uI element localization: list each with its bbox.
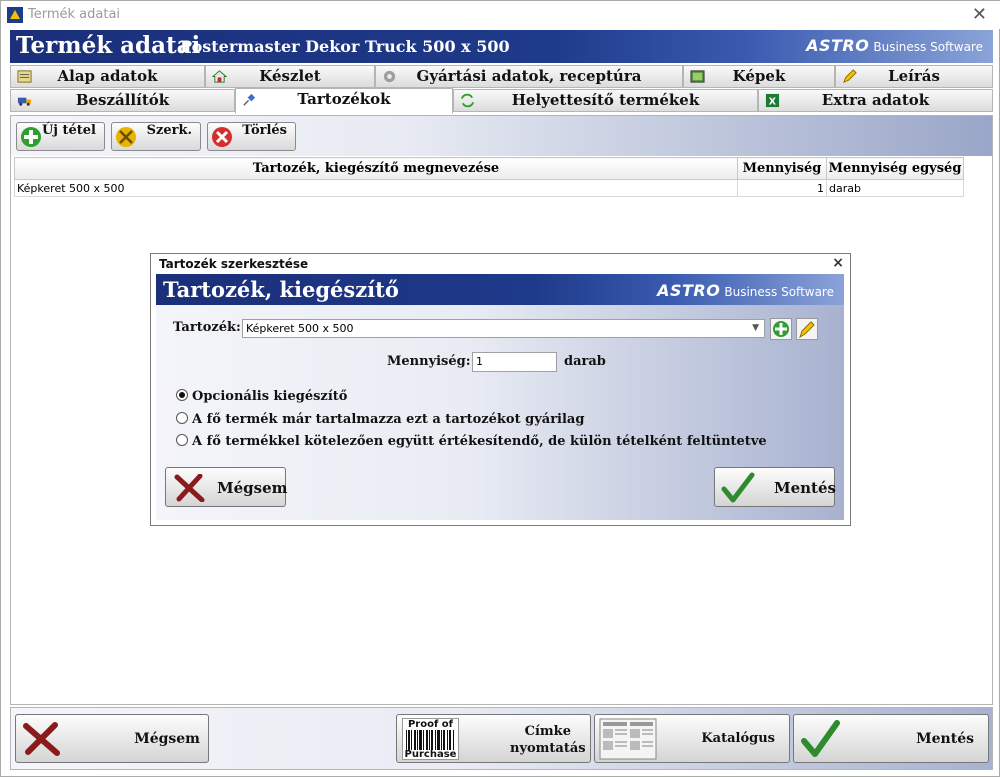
cancel-x-icon <box>174 474 205 502</box>
page-title: Termék adatai <box>16 32 201 59</box>
barcode-icon: Proof of Purchase <box>402 718 459 760</box>
accessory-select[interactable]: Képkeret 500 x 500 ▼ <box>242 319 765 338</box>
header-banner: Termék adatai Postermaster Dekor Truck 5… <box>10 30 993 63</box>
tab-stock[interactable]: Készlet <box>205 65 375 88</box>
accessory-label: Tartozék: <box>173 320 241 335</box>
pin-icon <box>243 93 256 106</box>
bottom-bar: Mégsem Proof of Purchase Címke nyomtatás <box>10 707 993 770</box>
svg-text:X: X <box>769 96 777 107</box>
option-included[interactable]: A fő termék már tartalmazza ezt a tartoz… <box>176 412 584 427</box>
tab-production[interactable]: Gyártási adatok, receptúra <box>375 65 683 88</box>
checkmark-icon <box>801 720 840 757</box>
cell-name[interactable]: Képkeret 500 x 500 <box>14 179 738 197</box>
house-icon <box>212 70 227 83</box>
window-title: Termék adatai <box>28 7 121 22</box>
dialog-cancel-button[interactable]: Mégsem <box>165 467 288 507</box>
toolbar: Új tétel Szerk. Törlés <box>11 116 992 156</box>
save-button[interactable]: Mentés <box>793 714 989 763</box>
tab-suppliers[interactable]: Beszállítók <box>10 89 235 112</box>
dialog-banner: Tartozék, kiegészítő ASTRO Business Softw… <box>156 274 844 305</box>
pencil-icon <box>843 69 857 83</box>
tools-icon <box>116 127 136 147</box>
gear-icon <box>383 70 396 83</box>
delete-icon <box>212 127 232 147</box>
quantity-input[interactable]: 1 <box>472 352 557 372</box>
catalog-icon <box>599 718 657 760</box>
truck-icon <box>17 97 32 106</box>
tab-accessories[interactable]: Tartozékok <box>235 88 453 114</box>
close-icon[interactable]: ✕ <box>972 4 987 25</box>
label-print-button[interactable]: Proof of Purchase Címke nyomtatás <box>396 714 591 763</box>
tab-substitutes[interactable]: Helyettesítő termékek <box>453 89 758 112</box>
new-item-button[interactable]: Új tétel <box>16 122 105 151</box>
swap-icon <box>460 93 475 108</box>
brand-logo: ASTRO Business Software <box>657 281 834 300</box>
cancel-button[interactable]: Mégsem <box>15 714 209 763</box>
edit-accessory-icon[interactable] <box>796 318 818 340</box>
dialog-title: Tartozék szerkesztése <box>159 257 309 271</box>
product-data-window: Termék adatai ✕ Termék adatai Postermast… <box>0 0 1000 777</box>
table-header-row: Tartozék, kiegészítő megnevezése Mennyis… <box>14 157 964 180</box>
excel-icon: X <box>765 93 780 107</box>
dialog-body: Tartozék: Képkeret 500 x 500 ▼ Mennyiség… <box>156 305 844 520</box>
cell-unit[interactable]: darab <box>826 179 964 197</box>
quantity-label: Mennyiség: <box>387 354 471 369</box>
checkmark-icon <box>721 472 755 503</box>
title-bar: Termék adatai ✕ <box>1 1 1000 29</box>
label-print-text: Címke nyomtatás <box>510 724 586 756</box>
tab-images[interactable]: Képek <box>683 65 835 88</box>
plus-icon <box>21 127 41 147</box>
edit-button[interactable]: Szerk. <box>111 122 201 151</box>
form-icon <box>17 70 32 83</box>
tab-description[interactable]: Leírás <box>835 65 993 88</box>
quantity-unit: darab <box>564 354 606 369</box>
cell-quantity[interactable]: 1 <box>737 179 827 197</box>
accessories-table: Tartozék, kiegészítő megnevezése Mennyis… <box>14 157 964 197</box>
column-header-unit[interactable]: Mennyiség egység <box>826 157 964 180</box>
column-header-name[interactable]: Tartozék, kiegészítő megnevezése <box>14 157 738 180</box>
table-row[interactable]: Képkeret 500 x 500 1 darab <box>14 179 964 197</box>
app-icon <box>7 7 23 23</box>
column-header-quantity[interactable]: Mennyiség <box>737 157 827 180</box>
dialog-close-icon[interactable]: × <box>832 255 844 271</box>
accessory-edit-dialog: Tartozék szerkesztése × Tartozék, kiegés… <box>150 253 851 526</box>
dialog-heading: Tartozék, kiegészítő <box>163 277 399 302</box>
cancel-x-icon <box>23 722 60 756</box>
delete-button[interactable]: Törlés <box>207 122 296 151</box>
radio-icon[interactable] <box>176 434 188 446</box>
catalog-button[interactable]: Katalógus <box>594 714 790 763</box>
tab-basic-data[interactable]: Alap adatok <box>10 65 205 88</box>
add-accessory-icon[interactable] <box>770 318 792 340</box>
radio-selected-icon[interactable] <box>176 389 188 401</box>
dialog-save-button[interactable]: Mentés <box>714 467 836 507</box>
brand-logo: ASTRO Business Software <box>806 36 983 55</box>
option-mandatory[interactable]: A fő termékkel kötelezően együtt értékes… <box>176 434 767 449</box>
radio-icon[interactable] <box>176 412 188 424</box>
chevron-down-icon[interactable]: ▼ <box>752 320 759 337</box>
picture-icon <box>690 70 705 83</box>
option-optional[interactable]: Opcionális kiegészítő <box>176 389 347 404</box>
tab-extra-data[interactable]: X Extra adatok <box>758 89 993 112</box>
product-name: Postermaster Dekor Truck 500 x 500 <box>180 37 510 56</box>
